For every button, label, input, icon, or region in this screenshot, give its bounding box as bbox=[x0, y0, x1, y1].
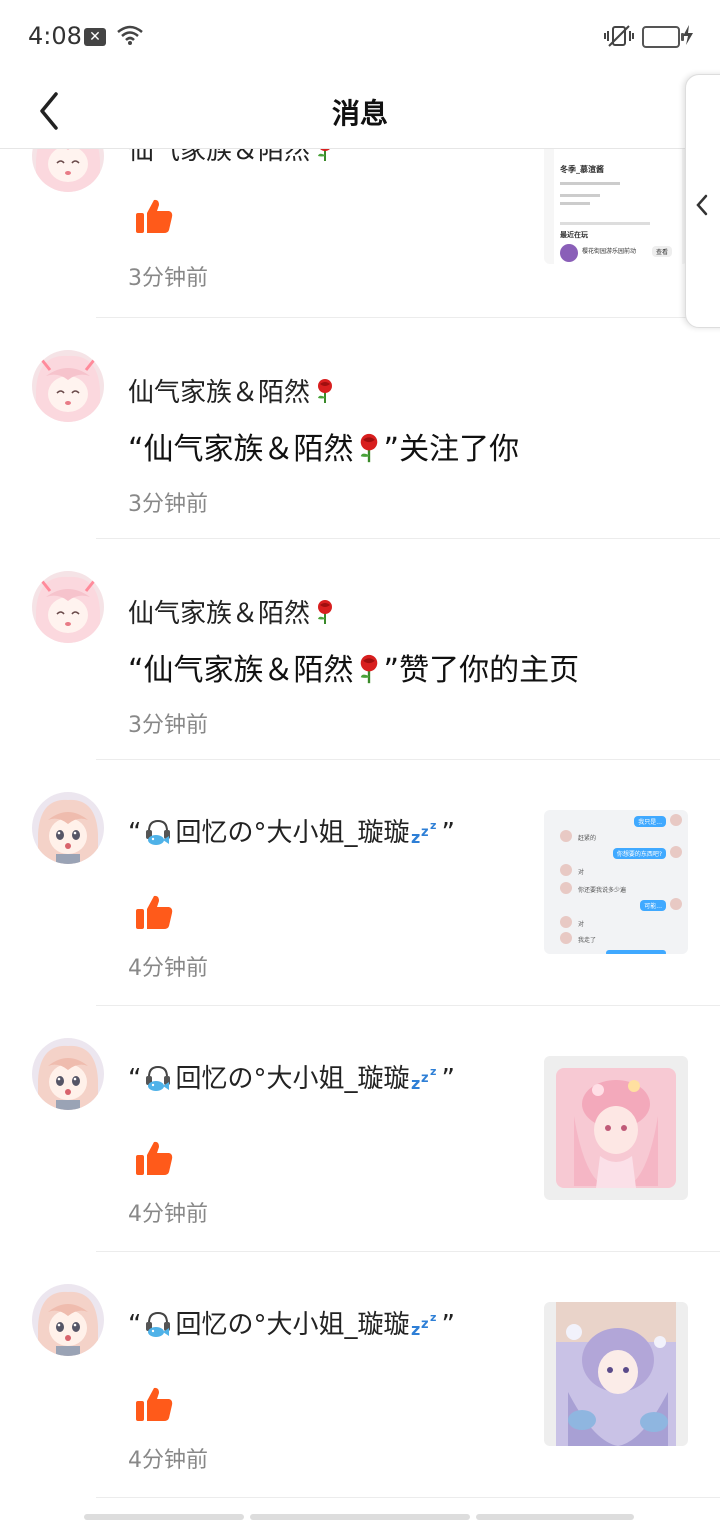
message-time: 4分钟前 bbox=[128, 956, 208, 981]
rose-emoji-icon bbox=[314, 378, 336, 404]
thumbnail-chat-screenshot[interactable]: 我只是... 赶紧的 你想要的东西吧? 对 你还要我说多少遍 可能... 对 我… bbox=[544, 810, 688, 954]
message-time: 3分钟前 bbox=[128, 492, 208, 517]
thumbnail-pink-anime-art[interactable] bbox=[544, 1056, 688, 1200]
zzz-emoji-icon bbox=[410, 1309, 442, 1337]
sender-name[interactable]: 仙气家族＆陌然 bbox=[128, 593, 336, 630]
like-icon bbox=[134, 1138, 174, 1178]
headphone-fish-emoji-icon bbox=[141, 1063, 175, 1093]
message-time: 4分钟前 bbox=[128, 1202, 208, 1227]
status-time: 4:08 bbox=[28, 22, 82, 50]
sender-name[interactable]: “回忆の°大小姐_璇璇” bbox=[128, 812, 455, 849]
message-time: 3分钟前 bbox=[128, 713, 208, 738]
vibrate-icon bbox=[604, 25, 634, 47]
like-icon bbox=[134, 1384, 174, 1424]
headphone-fish-emoji-icon bbox=[141, 1309, 175, 1339]
bottom-partial-bar bbox=[84, 1514, 634, 1520]
side-panel-handle[interactable] bbox=[685, 74, 720, 328]
battery-icon bbox=[642, 26, 684, 48]
header: 消息 bbox=[0, 74, 720, 149]
thumbnail-profile-screenshot[interactable]: 冬季_慕渲酱 最近在玩 樱花街园游乐园前动 查看 bbox=[544, 148, 688, 264]
message-content: “仙气家族＆陌然 ”关注了你 bbox=[128, 432, 520, 467]
sender-name[interactable]: 仙气家族＆陌然 bbox=[128, 148, 336, 167]
message-list[interactable]: 仙气家族＆陌然 3分钟前 冬季_慕渲酱 最近在玩 樱花街园游乐园前动 查看 仙气… bbox=[0, 148, 720, 1520]
rose-emoji-icon bbox=[314, 599, 336, 625]
rose-emoji-icon bbox=[314, 148, 336, 162]
avatar[interactable] bbox=[32, 350, 104, 422]
sim-off-icon: ✕ bbox=[84, 28, 106, 46]
message-item[interactable]: “回忆の°大小姐_璇璇” 4分钟前 bbox=[0, 1252, 720, 1498]
avatar[interactable] bbox=[32, 1038, 104, 1110]
like-icon bbox=[134, 196, 174, 236]
message-content: “仙气家族＆陌然 ”赞了你的主页 bbox=[128, 653, 580, 688]
message-time: 3分钟前 bbox=[128, 266, 208, 291]
purple-anime-art-image bbox=[556, 1302, 676, 1446]
charging-icon bbox=[683, 25, 693, 45]
status-bar: 4:08 ✕ bbox=[0, 0, 720, 74]
headphone-fish-emoji-icon bbox=[141, 817, 175, 847]
zzz-emoji-icon bbox=[410, 817, 442, 845]
sender-name[interactable]: 仙气家族＆陌然 bbox=[128, 372, 336, 409]
message-item[interactable]: “回忆の°大小姐_璇璇” 4分钟前 我只是... 赶紧的 你想要的东西吧? 对 … bbox=[0, 760, 720, 1006]
sender-name[interactable]: “回忆の°大小姐_璇璇” bbox=[128, 1058, 455, 1095]
zzz-emoji-icon bbox=[410, 1063, 442, 1091]
thumbnail-purple-anime-art[interactable] bbox=[544, 1302, 688, 1446]
rose-emoji-icon bbox=[356, 653, 382, 685]
avatar[interactable] bbox=[32, 792, 104, 864]
avatar[interactable] bbox=[32, 571, 104, 643]
message-item[interactable]: 仙气家族＆陌然 “仙气家族＆陌然 ”赞了你的主页 3分钟前 bbox=[0, 539, 720, 760]
avatar[interactable] bbox=[32, 148, 104, 192]
rose-emoji-icon bbox=[356, 432, 382, 464]
message-time: 4分钟前 bbox=[128, 1448, 208, 1473]
message-item[interactable]: “回忆の°大小姐_璇璇” 4分钟前 bbox=[0, 1006, 720, 1252]
message-item[interactable]: 仙气家族＆陌然 “仙气家族＆陌然 ”关注了你 3分钟前 bbox=[0, 318, 720, 539]
chevron-left-icon bbox=[696, 194, 708, 216]
avatar[interactable] bbox=[32, 1284, 104, 1356]
divider bbox=[96, 1497, 720, 1498]
page-title: 消息 bbox=[331, 97, 388, 130]
like-icon bbox=[134, 892, 174, 932]
message-item[interactable]: 仙气家族＆陌然 3分钟前 冬季_慕渲酱 最近在玩 樱花街园游乐园前动 查看 bbox=[0, 148, 720, 318]
wifi-icon bbox=[117, 25, 143, 45]
pink-anime-art-image bbox=[556, 1068, 676, 1188]
sender-name[interactable]: “回忆の°大小姐_璇璇” bbox=[128, 1304, 455, 1341]
